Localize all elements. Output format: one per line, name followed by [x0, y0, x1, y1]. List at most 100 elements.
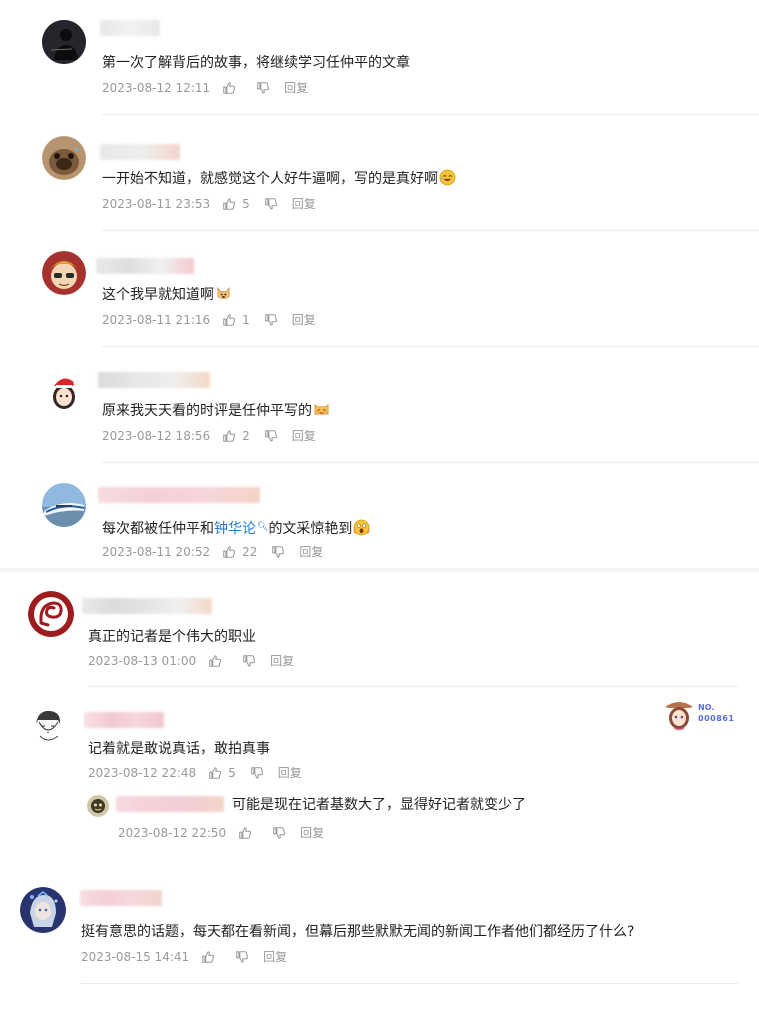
comment-text: 挺有意思的话题，每天都在看新闻，但幕后那些默默无闻的新闻工作者他们都经历了什么? [81, 924, 635, 940]
like-button[interactable]: 2 [222, 428, 250, 444]
dislike-button[interactable] [264, 313, 278, 327]
username[interactable] [98, 487, 260, 503]
thumbs-up-icon [222, 313, 236, 327]
dislike-button[interactable] [250, 766, 264, 780]
user-avatar[interactable] [42, 370, 86, 414]
reply-username[interactable] [116, 796, 224, 812]
username[interactable] [80, 890, 162, 906]
reply-meta: 2023-08-12 22:50 回复 [118, 825, 324, 841]
user-avatar[interactable] [42, 251, 86, 295]
user-avatar[interactable] [42, 20, 86, 64]
comment-date: 2023-08-15 14:41 [81, 950, 190, 964]
section-separator [0, 568, 759, 572]
thumbs-down-icon [264, 197, 278, 211]
comment-date: 2023-08-12 12:11 [102, 81, 211, 95]
like-button[interactable]: 22 [222, 544, 257, 560]
thumbs-up-icon [208, 766, 222, 780]
comment-text: 每次都被任仲平和钟华论🔍︎的文采惊艳到 [102, 517, 370, 539]
dislike-button[interactable] [264, 429, 278, 443]
thumbs-down-icon [264, 429, 278, 443]
like-button[interactable] [208, 654, 228, 668]
thumbs-down-icon [256, 81, 270, 95]
dislike-button[interactable] [235, 950, 249, 964]
comment-text: 这个我早就知道啊 [102, 285, 232, 305]
reply-button[interactable]: 回复 [278, 765, 302, 781]
user-badge[interactable]: NO. 000861 [662, 697, 740, 731]
anime-character-icon [665, 702, 693, 731]
reply-user-avatar[interactable] [87, 795, 109, 817]
thumbs-up-icon [222, 197, 236, 211]
comment-text: 一开始不知道，就感觉这个人好牛逼啊，写的是真好啊 [102, 169, 456, 189]
like-count: 22 [242, 545, 258, 559]
like-button[interactable]: 1 [222, 312, 250, 328]
thumbs-up-icon [208, 654, 222, 668]
thumbs-down-icon [272, 826, 286, 840]
like-count: 2 [242, 429, 250, 443]
thumbs-down-icon [235, 950, 249, 964]
comment-meta: 2023-08-12 22:48 5 回复 [88, 765, 302, 781]
comment-date: 2023-08-13 01:00 [88, 654, 197, 668]
comment-date: 2023-08-11 21:16 [102, 313, 211, 327]
like-button[interactable] [201, 950, 221, 964]
topic-link[interactable]: 钟华论🔍︎ [214, 521, 268, 537]
comment-meta: 2023-08-11 21:16 1 回复 [102, 312, 316, 328]
reply-text: 可能是现在记者基数大了，显得好记者就变少了 [232, 797, 526, 813]
thumbs-down-icon [271, 545, 285, 559]
thumbs-down-icon [250, 766, 264, 780]
thumbs-up-icon [222, 429, 236, 443]
dislike-button[interactable] [272, 826, 286, 840]
reply-button[interactable]: 回复 [263, 949, 287, 965]
like-button[interactable]: 5 [222, 196, 250, 212]
divider [81, 983, 738, 984]
user-avatar[interactable] [42, 483, 86, 527]
comment-meta: 2023-08-11 20:52 22 回复 [102, 544, 323, 560]
username[interactable] [100, 20, 160, 36]
comment-date: 2023-08-11 20:52 [102, 545, 211, 559]
thumbs-up-icon [222, 81, 236, 95]
thumbs-down-icon [264, 313, 278, 327]
comment-text: 记着就是敢说真话，敢拍真事 [88, 741, 270, 757]
doge-emoji [217, 286, 230, 300]
user-avatar[interactable] [20, 887, 66, 933]
reply-button[interactable]: 回复 [292, 428, 316, 444]
username[interactable] [82, 598, 212, 614]
comment-date: 2023-08-11 23:53 [102, 197, 211, 211]
divider [102, 346, 759, 347]
username[interactable] [100, 144, 180, 160]
thumbs-up-icon [201, 950, 215, 964]
user-avatar[interactable] [28, 591, 74, 637]
reply-button[interactable]: 回复 [284, 80, 308, 96]
badge-number: 000861 [698, 714, 735, 723]
like-button[interactable] [222, 81, 242, 95]
like-count: 1 [242, 313, 250, 327]
thumbs-up-icon [238, 826, 252, 840]
divider [88, 686, 738, 687]
reply-button[interactable]: 回复 [299, 544, 323, 560]
user-avatar[interactable] [28, 706, 68, 746]
thumbs-up-icon [222, 545, 236, 559]
shocked-emoji [354, 519, 370, 536]
reply-button[interactable]: 回复 [300, 825, 324, 841]
comment-date: 2023-08-12 22:48 [88, 766, 197, 780]
like-button[interactable]: 5 [208, 765, 236, 781]
comment-meta: 2023-08-12 12:11 回复 [102, 80, 308, 96]
dislike-button[interactable] [242, 654, 256, 668]
dislike-button[interactable] [271, 545, 285, 559]
username[interactable] [98, 372, 210, 388]
reply-button[interactable]: 回复 [292, 196, 316, 212]
user-avatar[interactable] [42, 136, 86, 180]
divider [102, 114, 759, 115]
comment-meta: 2023-08-13 01:00 回复 [88, 653, 294, 669]
username[interactable] [84, 712, 164, 728]
like-button[interactable] [238, 826, 258, 840]
reply-button[interactable]: 回复 [292, 312, 316, 328]
reply-button[interactable]: 回复 [270, 653, 294, 669]
username[interactable] [96, 258, 194, 274]
search-icon: 🔍︎ [257, 522, 269, 532]
badge-label: NO. [698, 703, 715, 712]
reply-date: 2023-08-12 22:50 [118, 826, 227, 840]
comment-meta: 2023-08-15 14:41 回复 [81, 949, 287, 965]
dislike-button[interactable] [256, 81, 270, 95]
cat-emoji [314, 404, 329, 415]
dislike-button[interactable] [264, 197, 278, 211]
